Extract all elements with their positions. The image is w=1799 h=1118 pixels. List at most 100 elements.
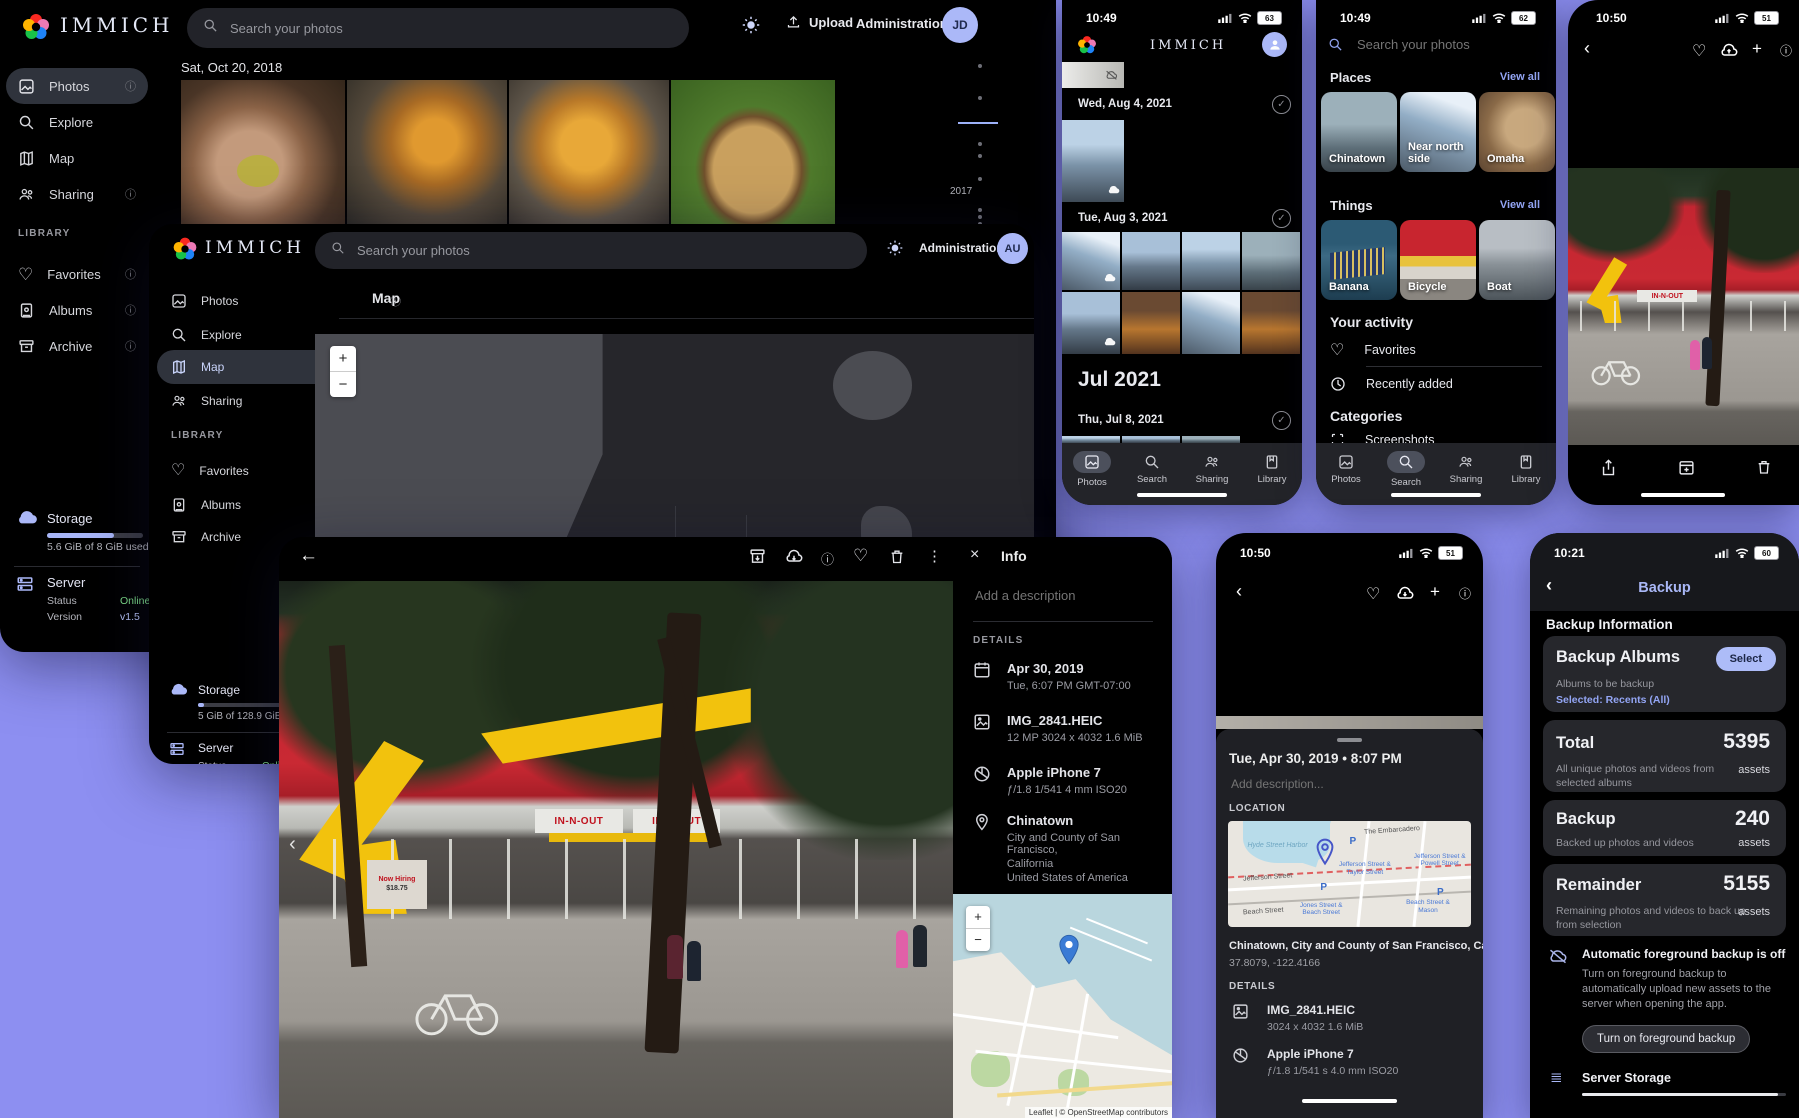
- prev-photo-chevron[interactable]: ‹: [289, 833, 296, 856]
- nav-item-search[interactable]: Search: [1378, 451, 1434, 488]
- download-cloud-icon[interactable]: [1396, 586, 1414, 606]
- nav-item-sharing[interactable]: Sharing: [1438, 451, 1494, 485]
- thing-card[interactable]: Banana: [1321, 220, 1397, 300]
- sidebar-item-favorites[interactable]: ♡ Favorites ⓘ: [6, 256, 148, 292]
- archive-icon[interactable]: [749, 548, 766, 570]
- activity-item-recently-added[interactable]: Recently added: [1330, 376, 1453, 392]
- select-button[interactable]: Select: [1716, 647, 1776, 671]
- search-input[interactable]: [355, 242, 827, 259]
- photo-thumbnail[interactable]: [1062, 232, 1120, 290]
- administration-link[interactable]: Administration: [856, 16, 948, 31]
- add-icon[interactable]: +: [1752, 39, 1762, 59]
- description-input[interactable]: [1229, 776, 1453, 792]
- back-chevron-icon[interactable]: ‹: [1584, 38, 1590, 59]
- photo-thumbnail-sliver[interactable]: [1122, 436, 1180, 443]
- search-bar[interactable]: [315, 232, 867, 269]
- trash-icon[interactable]: [889, 548, 905, 570]
- place-card[interactable]: Omaha: [1479, 92, 1555, 172]
- photo-thumbnail[interactable]: [1062, 292, 1120, 354]
- sidebar-item-archive[interactable]: Archive ⓘ: [6, 328, 148, 364]
- nav-item-sharing[interactable]: Sharing: [1184, 451, 1240, 485]
- home-indicator[interactable]: [1391, 493, 1481, 497]
- zoom-out-button[interactable]: −: [330, 371, 356, 397]
- location-title[interactable]: Chinatown: [1007, 813, 1172, 828]
- search-bar[interactable]: [187, 8, 689, 48]
- home-indicator[interactable]: [1302, 1099, 1397, 1103]
- home-indicator[interactable]: [1137, 493, 1227, 497]
- thing-card[interactable]: Bicycle: [1400, 220, 1476, 300]
- user-avatar[interactable]: JD: [942, 7, 978, 43]
- map-zoom-control[interactable]: + −: [330, 346, 356, 397]
- add-icon[interactable]: +: [1430, 582, 1440, 602]
- place-card[interactable]: Near north side: [1400, 92, 1476, 172]
- back-chevron-icon[interactable]: ‹: [1236, 581, 1242, 602]
- search-bar[interactable]: [1328, 36, 1529, 53]
- location-map[interactable]: + − Leaflet | © OpenStreetMap contributo…: [953, 894, 1172, 1118]
- photo-thumbnail[interactable]: [1242, 292, 1300, 354]
- sidebar-item-map[interactable]: Map: [6, 140, 148, 176]
- info-icon[interactable]: ⓘ: [125, 186, 136, 202]
- user-avatar[interactable]: AU: [997, 233, 1028, 264]
- location-map[interactable]: The Embarcadero Hyde Street Harbor Jeffe…: [1228, 821, 1471, 927]
- photo-view[interactable]: IN-N-OUT: [1568, 168, 1799, 445]
- add-to-album-icon[interactable]: [1678, 459, 1695, 481]
- select-group-icon[interactable]: ✓: [1272, 209, 1291, 228]
- profile-avatar[interactable]: [1262, 32, 1287, 57]
- upload-button[interactable]: Upload: [786, 15, 853, 30]
- favorite-heart-icon[interactable]: ♡: [853, 546, 868, 566]
- turn-on-foreground-backup-button[interactable]: Turn on foreground backup: [1582, 1025, 1750, 1053]
- select-group-icon[interactable]: ✓: [1272, 95, 1291, 114]
- photo-thumbnail[interactable]: [1122, 292, 1180, 354]
- timeline-scrubber-handle[interactable]: [958, 122, 998, 124]
- photo-thumbnail-partial[interactable]: [1062, 62, 1124, 88]
- photo-viewer[interactable]: IN-N-OUT IN-N-OUT Now Hiring $18.75 ‹: [279, 581, 953, 1118]
- info-icon[interactable]: ⓘ: [821, 549, 834, 568]
- more-options-icon[interactable]: ⋮: [927, 547, 942, 565]
- nav-item-photos[interactable]: Photos: [1064, 451, 1120, 488]
- home-indicator[interactable]: [1641, 493, 1725, 497]
- description-input[interactable]: [973, 587, 1157, 604]
- administration-link[interactable]: Administration: [919, 241, 1004, 255]
- theme-toggle-sun-icon[interactable]: [742, 16, 760, 39]
- back-icon[interactable]: ←: [299, 545, 318, 567]
- photo-thumbnail[interactable]: [347, 80, 507, 225]
- nav-item-library[interactable]: Library: [1244, 451, 1300, 485]
- activity-item-favorites[interactable]: ♡ Favorites: [1330, 340, 1416, 360]
- sidebar-item-photos[interactable]: Photos ⓘ: [6, 68, 148, 104]
- nav-item-search[interactable]: Search: [1124, 451, 1180, 485]
- nav-item-photos[interactable]: Photos: [1318, 451, 1374, 485]
- places-view-all-link[interactable]: View all: [1500, 71, 1540, 83]
- nav-item-library[interactable]: Library: [1498, 451, 1554, 485]
- photo-bottom-sliver[interactable]: [1216, 716, 1483, 729]
- sheet-drag-handle[interactable]: [1337, 738, 1362, 742]
- download-cloud-icon[interactable]: [785, 548, 803, 570]
- share-icon[interactable]: [1600, 458, 1617, 482]
- thing-card[interactable]: Boat: [1479, 220, 1555, 300]
- photo-thumbnail[interactable]: [1122, 232, 1180, 290]
- info-icon[interactable]: ⓘ: [125, 302, 136, 318]
- info-icon[interactable]: ⓘ: [1780, 42, 1792, 59]
- sidebar-item-sharing[interactable]: Sharing ⓘ: [6, 176, 148, 212]
- search-input[interactable]: [1355, 36, 1529, 53]
- select-group-icon[interactable]: ✓: [1272, 411, 1291, 430]
- zoom-in-button[interactable]: +: [966, 906, 990, 928]
- sidebar-item-albums[interactable]: Albums ⓘ: [6, 292, 148, 328]
- things-view-all-link[interactable]: View all: [1500, 199, 1540, 211]
- photo-thumbnail[interactable]: [671, 80, 835, 225]
- info-icon[interactable]: ⓘ: [125, 338, 136, 354]
- info-icon[interactable]: ⓘ: [125, 266, 136, 282]
- theme-toggle-sun-icon[interactable]: [887, 240, 903, 261]
- search-input[interactable]: [228, 20, 655, 37]
- sidebar-item-explore[interactable]: Explore: [6, 104, 148, 140]
- photo-thumbnail[interactable]: [1182, 292, 1240, 354]
- favorite-heart-icon[interactable]: ♡: [1692, 41, 1706, 61]
- photo-thumbnail[interactable]: [181, 80, 345, 225]
- photo-thumbnail[interactable]: [1182, 232, 1240, 290]
- photo-thumbnail[interactable]: [509, 80, 669, 225]
- upload-cloud-icon[interactable]: [1720, 43, 1738, 63]
- photo-thumbnail[interactable]: [1062, 120, 1124, 202]
- zoom-out-button[interactable]: −: [966, 928, 990, 951]
- photo-thumbnail-sliver[interactable]: [1182, 436, 1240, 443]
- photo-thumbnail-sliver[interactable]: [1062, 436, 1120, 443]
- info-icon[interactable]: ⓘ: [1459, 585, 1471, 602]
